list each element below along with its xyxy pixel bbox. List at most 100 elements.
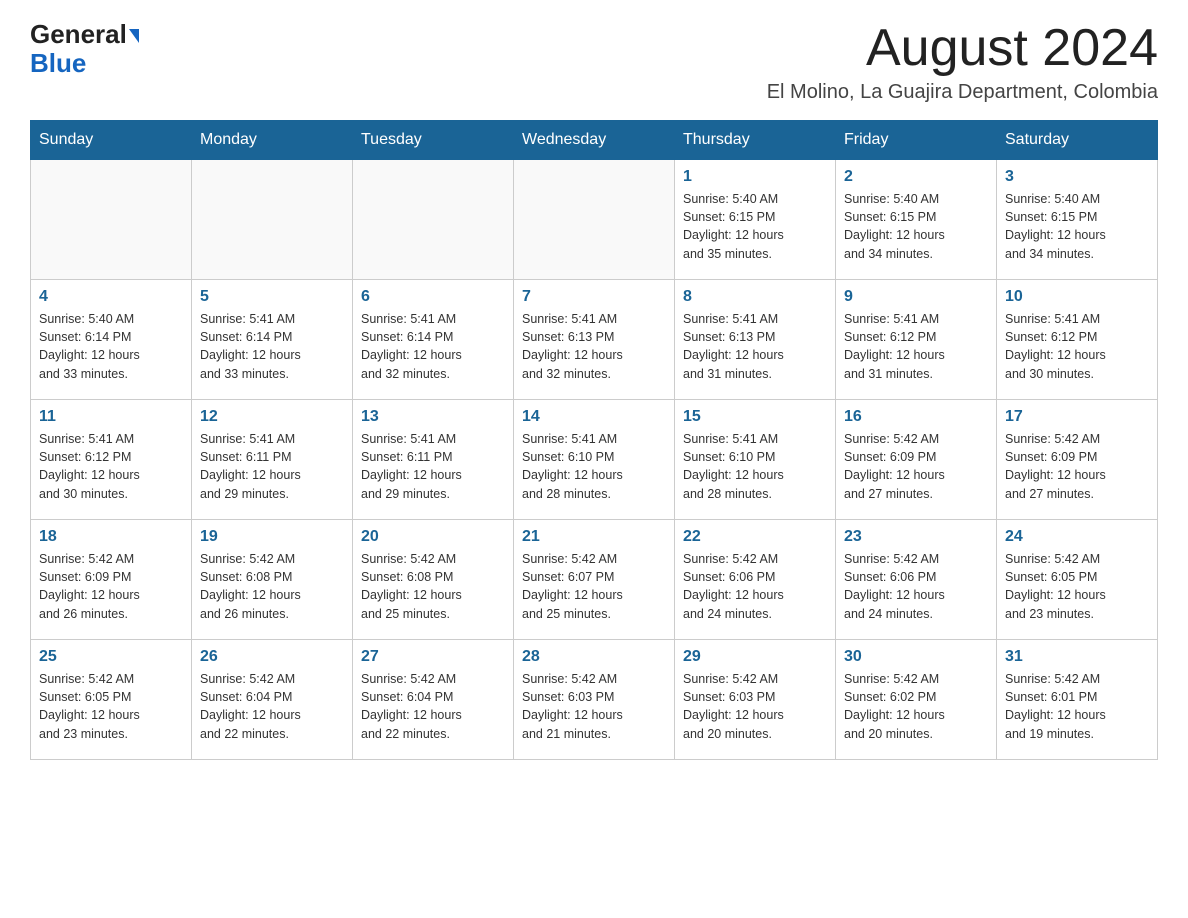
day-cell: 11 Sunrise: 5:41 AM Sunset: 6:12 PM Dayli…	[31, 400, 192, 520]
day-cell: 28 Sunrise: 5:42 AM Sunset: 6:03 PM Dayli…	[514, 640, 675, 760]
week-row-4: 18 Sunrise: 5:42 AM Sunset: 6:09 PM Dayli…	[31, 520, 1158, 640]
day-cell: 23Sunrise: 5:42 AM Sunset: 6:06 PM Dayli…	[836, 520, 997, 640]
day-info: Sunrise: 5:41 AM Sunset: 6:12 PM Dayligh…	[844, 310, 988, 383]
day-info: Sunrise: 5:41 AM Sunset: 6:14 PM Dayligh…	[361, 310, 505, 383]
day-info: Sunrise: 5:42 AM Sunset: 6:04 PM Dayligh…	[361, 670, 505, 743]
day-cell: 24 Sunrise: 5:42 AM Sunset: 6:05 PM Dayli…	[997, 520, 1158, 640]
day-info: Sunrise: 5:42 AM Sunset: 6:08 PM Dayligh…	[361, 550, 505, 623]
day-info: Sunrise: 5:42 AM Sunset: 6:05 PM Dayligh…	[1005, 550, 1149, 623]
day-cell: 15Sunrise: 5:41 AM Sunset: 6:10 PM Dayli…	[675, 400, 836, 520]
day-info: Sunrise: 5:40 AM Sunset: 6:15 PM Dayligh…	[1005, 190, 1149, 263]
day-cell: 1 Sunrise: 5:40 AM Sunset: 6:15 PM Daylig…	[675, 160, 836, 280]
day-info: Sunrise: 5:42 AM Sunset: 6:04 PM Dayligh…	[200, 670, 344, 743]
day-cell: 5 Sunrise: 5:41 AM Sunset: 6:14 PM Daylig…	[192, 280, 353, 400]
day-number: 20	[361, 528, 505, 546]
days-of-week-row: SundayMondayTuesdayWednesdayThursdayFrid…	[31, 121, 1158, 160]
day-number: 1	[683, 168, 827, 186]
day-info: Sunrise: 5:42 AM Sunset: 6:03 PM Dayligh…	[522, 670, 666, 743]
day-number: 13	[361, 408, 505, 426]
day-info: Sunrise: 5:41 AM Sunset: 6:13 PM Dayligh…	[683, 310, 827, 383]
day-cell: 4 Sunrise: 5:40 AM Sunset: 6:14 PM Daylig…	[31, 280, 192, 400]
day-number: 2	[844, 168, 988, 186]
day-cell: 20 Sunrise: 5:42 AM Sunset: 6:08 PM Dayli…	[353, 520, 514, 640]
location-subtitle: El Molino, La Guajira Department, Colomb…	[767, 81, 1158, 104]
day-header-friday: Friday	[836, 121, 997, 160]
day-info: Sunrise: 5:41 AM Sunset: 6:10 PM Dayligh…	[522, 430, 666, 503]
day-cell: 25 Sunrise: 5:42 AM Sunset: 6:05 PM Dayli…	[31, 640, 192, 760]
day-number: 7	[522, 288, 666, 306]
day-info: Sunrise: 5:42 AM Sunset: 6:03 PM Dayligh…	[683, 670, 827, 743]
day-info: Sunrise: 5:41 AM Sunset: 6:12 PM Dayligh…	[1005, 310, 1149, 383]
day-number: 5	[200, 288, 344, 306]
day-number: 31	[1005, 648, 1149, 666]
day-number: 24	[1005, 528, 1149, 546]
day-info: Sunrise: 5:41 AM Sunset: 6:14 PM Dayligh…	[200, 310, 344, 383]
day-cell: 19Sunrise: 5:42 AM Sunset: 6:08 PM Dayli…	[192, 520, 353, 640]
day-number: 3	[1005, 168, 1149, 186]
week-row-2: 4 Sunrise: 5:40 AM Sunset: 6:14 PM Daylig…	[31, 280, 1158, 400]
day-info: Sunrise: 5:42 AM Sunset: 6:09 PM Dayligh…	[1005, 430, 1149, 503]
day-info: Sunrise: 5:42 AM Sunset: 6:08 PM Dayligh…	[200, 550, 344, 623]
day-info: Sunrise: 5:40 AM Sunset: 6:14 PM Dayligh…	[39, 310, 183, 383]
day-cell	[192, 160, 353, 280]
day-cell: 9 Sunrise: 5:41 AM Sunset: 6:12 PM Daylig…	[836, 280, 997, 400]
week-row-1: 1 Sunrise: 5:40 AM Sunset: 6:15 PM Daylig…	[31, 160, 1158, 280]
day-number: 22	[683, 528, 827, 546]
day-cell: 22 Sunrise: 5:42 AM Sunset: 6:06 PM Dayli…	[675, 520, 836, 640]
logo: GeneralBlue	[30, 20, 139, 77]
day-cell: 26 Sunrise: 5:42 AM Sunset: 6:04 PM Dayli…	[192, 640, 353, 760]
day-number: 30	[844, 648, 988, 666]
day-info: Sunrise: 5:42 AM Sunset: 6:01 PM Dayligh…	[1005, 670, 1149, 743]
day-cell: 30 Sunrise: 5:42 AM Sunset: 6:02 PM Dayli…	[836, 640, 997, 760]
day-number: 16	[844, 408, 988, 426]
day-cell: 18 Sunrise: 5:42 AM Sunset: 6:09 PM Dayli…	[31, 520, 192, 640]
day-cell: 16 Sunrise: 5:42 AM Sunset: 6:09 PM Dayli…	[836, 400, 997, 520]
day-header-saturday: Saturday	[997, 121, 1158, 160]
day-cell: 14 Sunrise: 5:41 AM Sunset: 6:10 PM Dayli…	[514, 400, 675, 520]
day-info: Sunrise: 5:42 AM Sunset: 6:02 PM Dayligh…	[844, 670, 988, 743]
day-cell: 6Sunrise: 5:41 AM Sunset: 6:14 PM Daylig…	[353, 280, 514, 400]
day-info: Sunrise: 5:42 AM Sunset: 6:05 PM Dayligh…	[39, 670, 183, 743]
day-info: Sunrise: 5:41 AM Sunset: 6:11 PM Dayligh…	[200, 430, 344, 503]
day-number: 9	[844, 288, 988, 306]
day-cell	[514, 160, 675, 280]
day-header-tuesday: Tuesday	[353, 121, 514, 160]
day-number: 23	[844, 528, 988, 546]
day-number: 28	[522, 648, 666, 666]
page-header: GeneralBlue August 2024 El Molino, La Gu…	[30, 20, 1158, 104]
day-number: 12	[200, 408, 344, 426]
day-number: 11	[39, 408, 183, 426]
day-cell: 2 Sunrise: 5:40 AM Sunset: 6:15 PM Daylig…	[836, 160, 997, 280]
day-number: 14	[522, 408, 666, 426]
day-info: Sunrise: 5:42 AM Sunset: 6:09 PM Dayligh…	[844, 430, 988, 503]
day-cell: 3 Sunrise: 5:40 AM Sunset: 6:15 PM Daylig…	[997, 160, 1158, 280]
day-number: 21	[522, 528, 666, 546]
day-number: 10	[1005, 288, 1149, 306]
day-header-monday: Monday	[192, 121, 353, 160]
day-info: Sunrise: 5:42 AM Sunset: 6:07 PM Dayligh…	[522, 550, 666, 623]
day-cell: 21 Sunrise: 5:42 AM Sunset: 6:07 PM Dayli…	[514, 520, 675, 640]
day-cell: 27 Sunrise: 5:42 AM Sunset: 6:04 PM Dayli…	[353, 640, 514, 760]
day-info: Sunrise: 5:40 AM Sunset: 6:15 PM Dayligh…	[683, 190, 827, 263]
day-number: 18	[39, 528, 183, 546]
week-row-5: 25 Sunrise: 5:42 AM Sunset: 6:05 PM Dayli…	[31, 640, 1158, 760]
day-cell: 29Sunrise: 5:42 AM Sunset: 6:03 PM Dayli…	[675, 640, 836, 760]
day-cell: 13Sunrise: 5:41 AM Sunset: 6:11 PM Dayli…	[353, 400, 514, 520]
day-number: 27	[361, 648, 505, 666]
day-cell: 8Sunrise: 5:41 AM Sunset: 6:13 PM Daylig…	[675, 280, 836, 400]
day-number: 26	[200, 648, 344, 666]
day-cell: 12 Sunrise: 5:41 AM Sunset: 6:11 PM Dayli…	[192, 400, 353, 520]
calendar-table: SundayMondayTuesdayWednesdayThursdayFrid…	[30, 120, 1158, 760]
day-info: Sunrise: 5:41 AM Sunset: 6:13 PM Dayligh…	[522, 310, 666, 383]
day-number: 4	[39, 288, 183, 306]
day-number: 25	[39, 648, 183, 666]
day-number: 17	[1005, 408, 1149, 426]
day-header-wednesday: Wednesday	[514, 121, 675, 160]
day-info: Sunrise: 5:40 AM Sunset: 6:15 PM Dayligh…	[844, 190, 988, 263]
day-cell	[353, 160, 514, 280]
day-number: 15	[683, 408, 827, 426]
day-info: Sunrise: 5:42 AM Sunset: 6:06 PM Dayligh…	[683, 550, 827, 623]
day-info: Sunrise: 5:41 AM Sunset: 6:12 PM Dayligh…	[39, 430, 183, 503]
day-info: Sunrise: 5:42 AM Sunset: 6:09 PM Dayligh…	[39, 550, 183, 623]
day-cell: 10 Sunrise: 5:41 AM Sunset: 6:12 PM Dayli…	[997, 280, 1158, 400]
